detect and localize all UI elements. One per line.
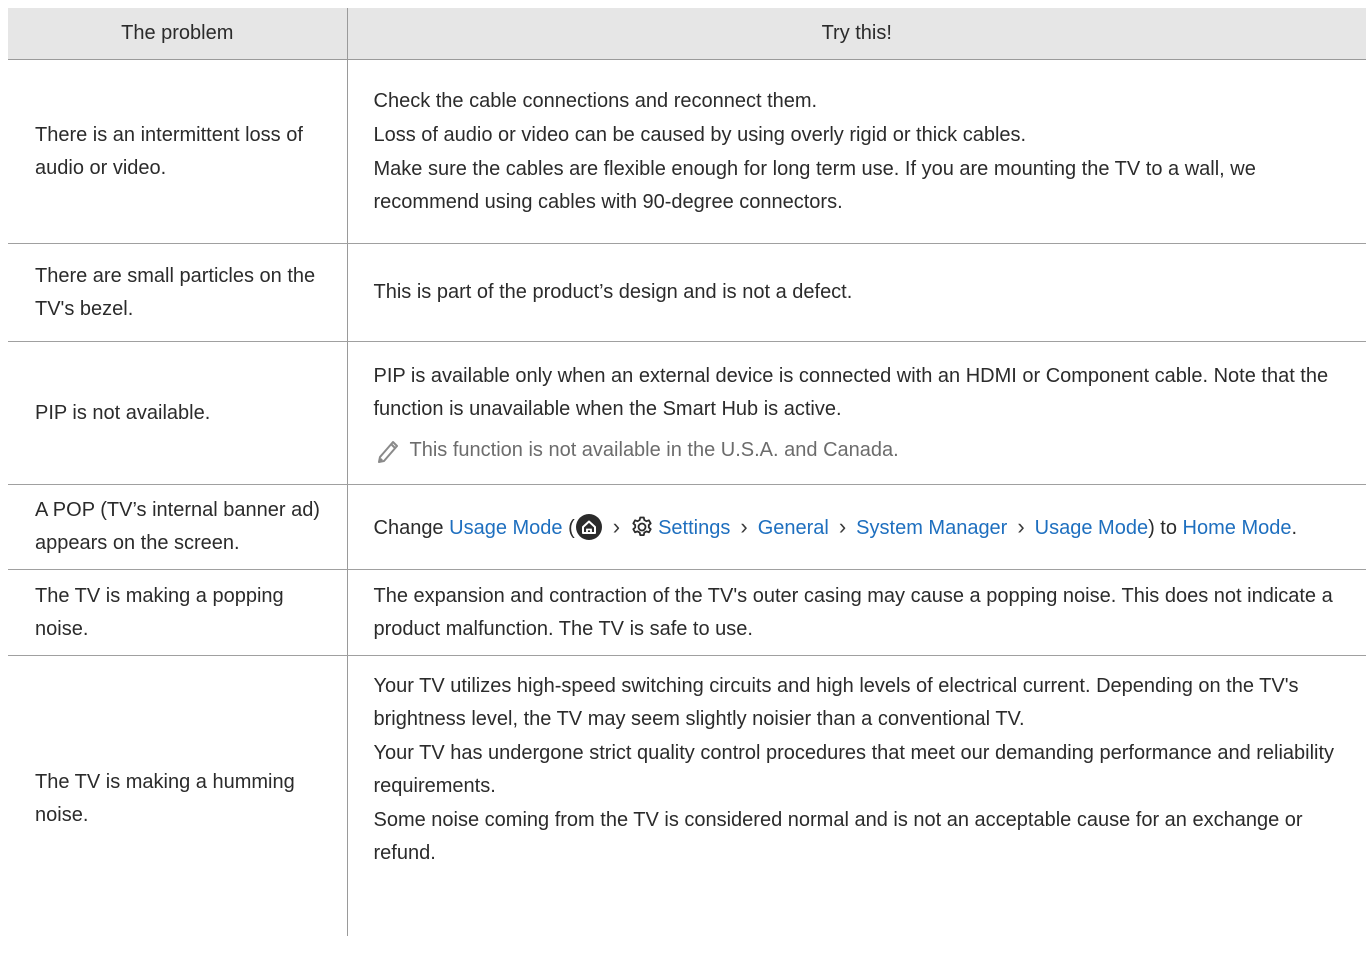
settings-link[interactable]: Settings: [658, 517, 730, 539]
problem-cell: There is an intermittent loss of audio o…: [8, 59, 347, 244]
chevron-right-icon: ›: [612, 513, 621, 539]
manual-page: The problem Try this! There is an interm…: [0, 0, 1370, 964]
problem-cell: PIP is not available.: [8, 341, 347, 485]
menu-path: Change Usage Mode ( › Settings › General › Sys…: [374, 510, 1355, 545]
solution-text: Some noise coming from the TV is conside…: [373, 809, 1303, 864]
solution-cell: Check the cable connections and reconnec…: [346, 59, 1366, 244]
solution-text: Make sure the cables are flexible enough…: [373, 157, 1256, 213]
problem-text: The TV is making a humming noise.: [35, 771, 295, 826]
header-problem: The problem: [8, 8, 347, 60]
home-mode-link[interactable]: Home Mode: [1183, 517, 1292, 539]
troubleshooting-table: The problem Try this! There is an interm…: [8, 8, 1366, 936]
close-paren: ) to: [1148, 516, 1177, 539]
table-row: A POP (TV’s internal banner ad) appears …: [8, 484, 1366, 570]
solution-text: The expansion and contraction of the TV'…: [373, 584, 1333, 640]
note-text: This function is not available in the U.…: [409, 438, 899, 461]
solution-text: PIP is available only when an external d…: [373, 364, 1329, 420]
usage-mode-link[interactable]: Usage Mode: [449, 517, 562, 539]
general-link[interactable]: General: [758, 517, 829, 539]
table-row: PIP is not available. PIP is available o…: [8, 341, 1366, 485]
pencil-icon: [374, 437, 402, 463]
solution-text: Your TV has undergone strict quality con…: [373, 742, 1335, 797]
chevron-right-icon: ›: [740, 513, 748, 539]
table-row: There is an intermittent loss of audio o…: [8, 59, 1366, 244]
table-row: The TV is making a humming noise. Your T…: [8, 655, 1366, 936]
solution-cell: The expansion and contraction of the TV'…: [346, 569, 1366, 656]
usage-mode-step-link[interactable]: Usage Mode: [1035, 517, 1148, 539]
note: This function is not available in the U.…: [374, 434, 1355, 467]
header-solution: Try this!: [346, 8, 1366, 60]
problem-cell: The TV is making a humming noise.: [8, 656, 347, 936]
solution-text: This is part of the product’s design and…: [373, 281, 853, 303]
period: .: [1291, 516, 1298, 539]
system-manager-link[interactable]: System Manager: [856, 517, 1007, 539]
problem-cell: A POP (TV’s internal banner ad) appears …: [8, 484, 347, 570]
solution-cell: This is part of the product’s design and…: [346, 243, 1366, 342]
home-icon: [575, 513, 602, 540]
solution-cell: Change Usage Mode ( › Settings › General › Sys…: [346, 484, 1366, 570]
path-prefix: Change: [373, 516, 444, 539]
chevron-right-icon: ›: [1017, 513, 1025, 539]
gear-icon: [630, 515, 654, 539]
table-row: There are small particles on the TV's be…: [8, 243, 1366, 342]
table-header-row: The problem Try this!: [8, 8, 1366, 60]
solution-text: Your TV utilizes high-speed switching ci…: [373, 675, 1299, 730]
problem-cell: There are small particles on the TV's be…: [8, 243, 347, 342]
solution-cell: Your TV utilizes high-speed switching ci…: [346, 655, 1366, 936]
solution-text: Loss of audio or video can be caused by …: [373, 123, 1027, 146]
open-paren: (: [568, 516, 575, 539]
solution-cell: PIP is available only when an external d…: [346, 341, 1366, 485]
problem-cell: The TV is making a popping noise.: [8, 569, 347, 656]
solution-text: Check the cable connections and reconnec…: [373, 89, 818, 112]
chevron-right-icon: ›: [838, 513, 847, 539]
table-row: The TV is making a popping noise. The ex…: [8, 569, 1366, 656]
